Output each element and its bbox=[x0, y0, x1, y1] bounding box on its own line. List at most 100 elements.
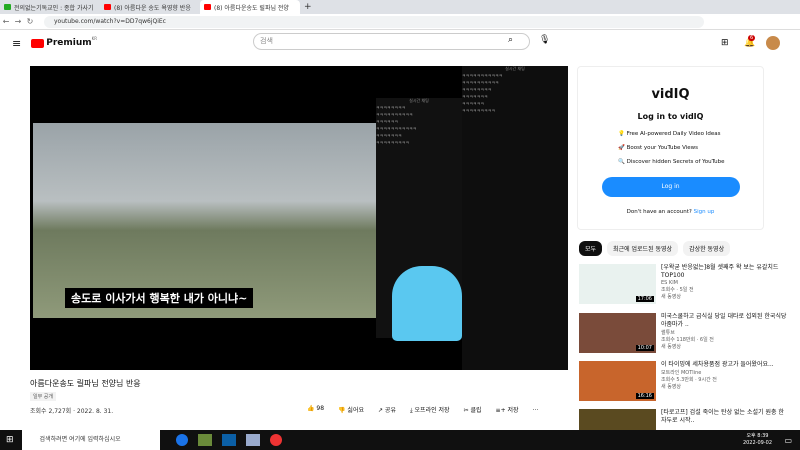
reload-icon[interactable]: ↻ bbox=[24, 17, 36, 26]
vidiq-heading: Log in to vidIQ bbox=[637, 112, 704, 121]
tab-strip: 전의없는기독교인 : 종합 가사기 (8) 아름다운 송도 욕영향 반응 (8)… bbox=[0, 0, 800, 14]
video-player[interactable]: 실시간 채팅 ㅋㅋㅋㅋㅋㅋㅋㅋ ㅋㅋㅋㅋㅋㅋㅋㅋㅋㅋ ㅋㅋㅋㅋㅋㅋ ㅋㅋㅋㅋㅋㅋㅋㅋㅋ… bbox=[30, 66, 568, 370]
create-icon[interactable]: ⊞ bbox=[721, 38, 729, 48]
back-icon[interactable]: ← bbox=[0, 17, 12, 26]
chip-all[interactable]: 모두 bbox=[579, 241, 603, 256]
vegas-icon[interactable] bbox=[221, 434, 236, 446]
chat-line: ㅋㅋㅋㅋㅋㅋㅋ bbox=[376, 133, 402, 138]
chat-title: 실시간 채팅 bbox=[409, 98, 429, 103]
video-title: 아름다운송도 릴파님 전양님 반응 bbox=[30, 379, 141, 388]
video-thumbnail[interactable]: 10:07 bbox=[579, 313, 656, 353]
chat-line: ㅋㅋㅋㅋㅋㅋㅋㅋㅋㅋㅋ bbox=[462, 73, 503, 78]
browser-tab[interactable]: (8) 아름다운 송도 욕영향 반응 bbox=[100, 0, 200, 14]
taskbar-search-input[interactable]: 검색하려면 여기에 입력하십시오 bbox=[21, 430, 160, 450]
forward-icon[interactable]: → bbox=[12, 17, 24, 26]
save-button[interactable]: ≡+ 저장 bbox=[496, 405, 519, 415]
tab-label: 전의없는기독교인 : 종합 가사기 bbox=[14, 4, 94, 12]
share-button[interactable]: ↗ 공유 bbox=[378, 405, 396, 415]
download-button[interactable]: ⤓ 오프라인 저장 bbox=[410, 405, 450, 415]
feature-item: 💡 Free AI-powered Daily Video Ideas bbox=[618, 131, 721, 137]
menu-icon[interactable]: ≡ bbox=[12, 37, 21, 50]
recommended-video[interactable]: 17:06 [우왁굳 반응없는]8월 셋째주 왁 보는 유갈치드 TOP100 E… bbox=[579, 264, 789, 304]
rec-title[interactable]: 이 타이밍에 세차용품점 광고가 들어왔어요... bbox=[661, 361, 774, 369]
rec-title[interactable]: [타로고프] 검설 죽이는 탄상 없는 소설기 원충 한자두로 시작.. bbox=[661, 409, 789, 425]
view-count: 조회수 2,727회 · 2022. 8. 31. bbox=[30, 408, 114, 415]
mic-icon[interactable]: 🎙 bbox=[539, 35, 550, 45]
feature-label: Free AI-powered Daily Video Ideas bbox=[626, 131, 721, 137]
address-bar-row: ← → ↻ youtube.com/watch?v=DD7qw6jQiEc bbox=[0, 14, 800, 30]
chat-line: ㅋㅋㅋㅋㅋㅋㅋㅋㅋ bbox=[462, 108, 496, 113]
browser-tab-active[interactable]: (8) 아름다운송도 릴파님 전양 bbox=[200, 0, 300, 14]
action-bar: 👍 98 👎 싫어요 ↗ 공유 ⤓ 오프라인 저장 ✂ 클립 ≡+ 저장 ... bbox=[307, 405, 538, 415]
video-thumbnail[interactable]: 16:16 bbox=[579, 361, 656, 401]
new-badge: 새 동영상 bbox=[661, 344, 681, 350]
chat-line: ㅋㅋㅋㅋㅋㅋㅋㅋ bbox=[376, 105, 406, 110]
dislike-button[interactable]: 👎 싫어요 bbox=[338, 405, 364, 415]
avatar-character bbox=[392, 266, 462, 341]
chat-title: 실시간 채팅 bbox=[505, 66, 525, 71]
browser-tab[interactable]: 전의없는기독교인 : 종합 가사기 bbox=[0, 0, 100, 14]
search-icon[interactable]: ⌕ bbox=[508, 35, 513, 45]
chat-line: ㅋㅋㅋㅋㅋㅋㅋ bbox=[462, 94, 488, 99]
rec-meta: 조회수 · 5일 전 bbox=[661, 287, 694, 293]
filter-chips: 모두 최근에 업로드된 동영상 감상한 동영상 bbox=[579, 241, 731, 256]
feature-item: 🔍 Discover hidden Secrets of YouTube bbox=[618, 159, 725, 165]
rec-channel[interactable]: 썰튜브 bbox=[661, 329, 789, 336]
more-button[interactable]: ... bbox=[533, 405, 539, 415]
search-input[interactable]: 검색 bbox=[253, 33, 530, 50]
chat-line: ㅋㅋㅋㅋㅋㅋ bbox=[376, 119, 399, 124]
chat-line: ㅋㅋㅋㅋㅋㅋㅋㅋㅋㅋ bbox=[376, 112, 413, 117]
avatar[interactable] bbox=[766, 36, 780, 50]
youtube-icon bbox=[104, 4, 111, 10]
clock-date[interactable]: 2022-09-02 bbox=[743, 440, 772, 447]
clock-time[interactable]: 오후 8:39 bbox=[743, 433, 772, 440]
chip-watched[interactable]: 감상한 동영상 bbox=[683, 241, 731, 256]
vidiq-logo: vidIQ bbox=[651, 87, 690, 102]
like-count: 98 bbox=[316, 405, 325, 412]
clip-button[interactable]: ✂ 클립 bbox=[464, 405, 482, 415]
visibility-badge: 일부 공개 bbox=[30, 392, 56, 401]
vidiq-login-button[interactable]: Log in bbox=[601, 177, 740, 197]
youtube-logo[interactable]: Premium bbox=[46, 38, 91, 48]
taskbar: ⊞ 검색하려면 여기에 입력하십시오 오후 8:39 2022-09-02 ▭ bbox=[0, 430, 800, 450]
video-thumbnail[interactable]: 17:06 bbox=[579, 264, 656, 304]
rec-title[interactable]: [우왁굳 반응없는]8월 셋째주 왁 보는 유갈치드 TOP100 bbox=[661, 264, 789, 280]
feature-label: Discover hidden Secrets of YouTube bbox=[626, 159, 725, 165]
feature-item: 🚀 Boost your YouTube Views bbox=[618, 145, 699, 151]
new-tab-button[interactable]: + bbox=[300, 0, 320, 14]
rec-title[interactable]: 미국스쿨하고 급식실 당일 대타로 섭외된 한국식당아줌마가 .. bbox=[661, 313, 789, 329]
signup-link[interactable]: Sign up bbox=[694, 209, 715, 215]
tab-label: (8) 아름다운송도 릴파님 전양 bbox=[214, 4, 289, 12]
edge-icon[interactable] bbox=[175, 434, 188, 446]
chat-line: ㅋㅋㅋㅋㅋㅋㅋㅋㅋ bbox=[376, 140, 410, 145]
duration: 10:07 bbox=[635, 345, 654, 351]
new-badge: 새 동영상 bbox=[661, 384, 681, 390]
recommended-video[interactable]: 10:07 미국스쿨하고 급식실 당일 대타로 섭외된 한국식당아줌마가 .. 썰… bbox=[579, 313, 789, 353]
like-button[interactable]: 👍 98 bbox=[307, 405, 324, 415]
share-label: 공유 bbox=[384, 407, 396, 414]
chat-line: ㅋㅋㅋㅋㅋㅋㅋㅋㅋㅋ bbox=[462, 80, 499, 85]
region-label: KR bbox=[91, 36, 98, 41]
url-input[interactable]: youtube.com/watch?v=DD7qw6jQiEc bbox=[44, 15, 704, 28]
notification-badge: 6 bbox=[748, 35, 756, 41]
youtube-logo-icon[interactable] bbox=[31, 38, 45, 48]
rec-channel[interactable]: 모트라인 MOTline bbox=[661, 369, 774, 376]
chip-recent[interactable]: 최근에 업로드된 동영상 bbox=[607, 241, 679, 256]
new-badge: 새 동영상 bbox=[661, 294, 681, 300]
duration: 16:16 bbox=[635, 393, 654, 399]
minecraft-icon[interactable] bbox=[197, 434, 212, 446]
windows-start-icon[interactable]: ⊞ bbox=[6, 435, 14, 445]
app-icon[interactable] bbox=[245, 434, 260, 446]
subtitle: 송도로 이사가서 행복한 내가 아니냐~ bbox=[65, 288, 254, 308]
youtube-icon bbox=[204, 4, 211, 10]
recommended-video[interactable]: 16:16 이 타이밍에 세차용품점 광고가 들어왔어요... 모트라인 MOTl… bbox=[579, 361, 789, 401]
chat-line: ㅋㅋㅋㅋㅋㅋㅋㅋㅋㅋㅋ bbox=[376, 126, 417, 131]
notification-center-icon[interactable]: ▭ bbox=[784, 436, 792, 445]
duration: 17:06 bbox=[635, 296, 654, 302]
clip-label: 클립 bbox=[470, 407, 482, 414]
chrome-icon[interactable] bbox=[269, 434, 282, 446]
save-label: 저장 bbox=[507, 407, 519, 414]
no-account-text: Don't have an account? bbox=[626, 209, 692, 215]
site-icon bbox=[4, 4, 11, 10]
dislike-label: 싫어요 bbox=[347, 407, 364, 414]
